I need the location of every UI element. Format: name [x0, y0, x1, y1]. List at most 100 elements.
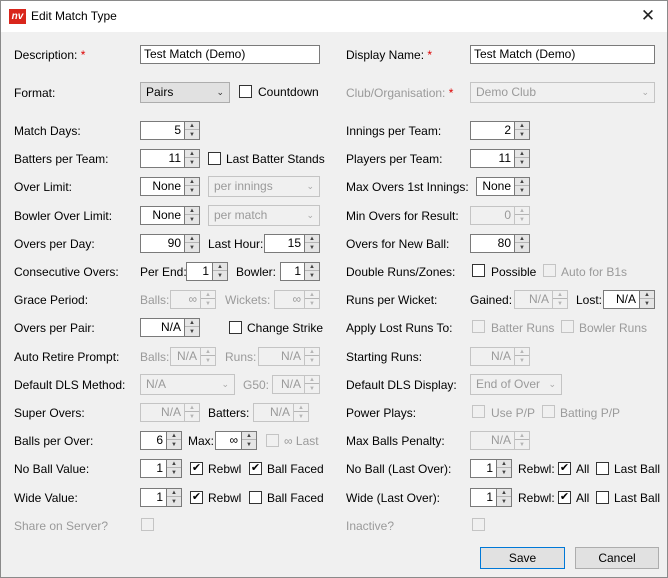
overs-new-ball-value[interactable]: 80 — [470, 234, 514, 253]
arrow-down-icon[interactable]: ▼ — [185, 244, 199, 252]
arrow-down-icon[interactable]: ▼ — [185, 159, 199, 167]
overs-per-pair-spinner[interactable]: N/A ▲ ▼ — [140, 318, 200, 337]
arrow-down-icon[interactable]: ▼ — [167, 441, 181, 449]
spinner-arrows[interactable]: ▲ ▼ — [514, 234, 530, 253]
no-ball-last-ball-checkbox[interactable] — [596, 462, 609, 475]
spinner-arrows[interactable]: ▲ ▼ — [496, 459, 512, 478]
description-input[interactable]: Test Match (Demo) — [140, 45, 320, 64]
arrow-down-icon[interactable]: ▼ — [515, 244, 529, 252]
arrow-up-icon[interactable]: ▲ — [185, 122, 199, 130]
spinner-arrows[interactable]: ▲ ▼ — [184, 149, 200, 168]
batters-per-team-spinner[interactable]: 11 ▲ ▼ — [140, 149, 200, 168]
overs-new-ball-spinner[interactable]: 80 ▲ ▼ — [470, 234, 530, 253]
lost-value[interactable]: N/A — [603, 290, 639, 309]
max-balls-value[interactable]: ∞ — [215, 431, 241, 450]
no-ball-value-spinner[interactable]: 1 ▲ ▼ — [140, 459, 182, 478]
spinner-arrows[interactable]: ▲ ▼ — [166, 488, 182, 507]
arrow-down-icon[interactable]: ▼ — [515, 187, 529, 195]
players-per-team-spinner[interactable]: 11 ▲ ▼ — [470, 149, 530, 168]
bowler-over-limit-value[interactable]: None — [140, 206, 184, 225]
arrow-down-icon[interactable]: ▼ — [497, 469, 511, 477]
arrow-down-icon[interactable]: ▼ — [305, 272, 319, 280]
arrow-down-icon[interactable]: ▼ — [213, 272, 227, 280]
max-overs-first-innings-spinner[interactable]: None ▲ ▼ — [476, 177, 530, 196]
arrow-down-icon[interactable]: ▼ — [167, 498, 181, 506]
no-ball-last-over-value[interactable]: 1 — [470, 459, 496, 478]
arrow-up-icon[interactable]: ▲ — [213, 263, 227, 271]
arrow-down-icon[interactable]: ▼ — [185, 328, 199, 336]
arrow-down-icon[interactable]: ▼ — [497, 498, 511, 506]
arrow-up-icon[interactable]: ▲ — [185, 235, 199, 243]
arrow-down-icon[interactable]: ▼ — [185, 131, 199, 139]
wide-last-ball-checkbox[interactable] — [596, 491, 609, 504]
spinner-arrows[interactable]: ▲ ▼ — [514, 121, 530, 140]
per-end-spinner[interactable]: 1 ▲ ▼ — [186, 262, 228, 281]
change-strike-checkbox[interactable] — [229, 321, 242, 334]
spinner-arrows[interactable]: ▲ ▼ — [184, 121, 200, 140]
no-ball-rebwl-checkbox[interactable]: ✔ — [190, 462, 203, 475]
spinner-arrows[interactable]: ▲ ▼ — [184, 206, 200, 225]
arrow-up-icon[interactable]: ▲ — [305, 235, 319, 243]
wide-last-over-spinner[interactable]: 1 ▲ ▼ — [470, 488, 512, 507]
arrow-up-icon[interactable]: ▲ — [515, 178, 529, 186]
spinner-arrows[interactable]: ▲ ▼ — [514, 149, 530, 168]
arrow-up-icon[interactable]: ▲ — [185, 150, 199, 158]
arrow-down-icon[interactable]: ▼ — [515, 159, 529, 167]
wide-value[interactable]: 1 — [140, 488, 166, 507]
arrow-up-icon[interactable]: ▲ — [185, 207, 199, 215]
players-per-team-value[interactable]: 11 — [470, 149, 514, 168]
arrow-up-icon[interactable]: ▲ — [242, 432, 256, 440]
last-hour-value[interactable]: 15 — [264, 234, 304, 253]
max-balls-spinner[interactable]: ∞ ▲ ▼ — [215, 431, 257, 450]
arrow-down-icon[interactable]: ▼ — [185, 187, 199, 195]
arrow-down-icon[interactable]: ▼ — [515, 131, 529, 139]
bowler-value[interactable]: 1 — [280, 262, 304, 281]
match-days-value[interactable]: 5 — [140, 121, 184, 140]
bowler-spinner[interactable]: 1 ▲ ▼ — [280, 262, 320, 281]
arrow-up-icon[interactable]: ▲ — [515, 122, 529, 130]
over-limit-value[interactable]: None — [140, 177, 184, 196]
match-days-spinner[interactable]: 5 ▲ ▼ — [140, 121, 200, 140]
wide-ball-faced-checkbox[interactable] — [249, 491, 262, 504]
arrow-up-icon[interactable]: ▲ — [497, 460, 511, 468]
arrow-up-icon[interactable]: ▲ — [515, 235, 529, 243]
no-ball-ball-faced-checkbox[interactable]: ✔ — [249, 462, 262, 475]
per-end-value[interactable]: 1 — [186, 262, 212, 281]
last-hour-spinner[interactable]: 15 ▲ ▼ — [264, 234, 320, 253]
innings-per-team-value[interactable]: 2 — [470, 121, 514, 140]
cancel-button[interactable]: Cancel — [575, 547, 659, 569]
spinner-arrows[interactable]: ▲ ▼ — [166, 459, 182, 478]
arrow-down-icon[interactable]: ▼ — [640, 300, 654, 308]
wide-value-spinner[interactable]: 1 ▲ ▼ — [140, 488, 182, 507]
arrow-up-icon[interactable]: ▲ — [640, 291, 654, 299]
spinner-arrows[interactable]: ▲ ▼ — [304, 262, 320, 281]
display-name-input[interactable]: Test Match (Demo) — [470, 45, 655, 64]
wide-rebwl-checkbox[interactable]: ✔ — [190, 491, 203, 504]
arrow-up-icon[interactable]: ▲ — [167, 489, 181, 497]
wide-last-over-value[interactable]: 1 — [470, 488, 496, 507]
bowler-over-limit-spinner[interactable]: None ▲ ▼ — [140, 206, 200, 225]
arrow-down-icon[interactable]: ▼ — [167, 469, 181, 477]
spinner-arrows[interactable]: ▲ ▼ — [184, 318, 200, 337]
arrow-up-icon[interactable]: ▲ — [305, 263, 319, 271]
spinner-arrows[interactable]: ▲ ▼ — [241, 431, 257, 450]
spinner-arrows[interactable]: ▲ ▼ — [184, 234, 200, 253]
innings-per-team-spinner[interactable]: 2 ▲ ▼ — [470, 121, 530, 140]
spinner-arrows[interactable]: ▲ ▼ — [639, 290, 655, 309]
batters-per-team-value[interactable]: 11 — [140, 149, 184, 168]
wide-last-all-checkbox[interactable]: ✔ — [558, 491, 571, 504]
arrow-up-icon[interactable]: ▲ — [515, 150, 529, 158]
arrow-down-icon[interactable]: ▼ — [242, 441, 256, 449]
balls-per-over-spinner[interactable]: 6 ▲ ▼ — [140, 431, 182, 450]
no-ball-last-over-spinner[interactable]: 1 ▲ ▼ — [470, 459, 512, 478]
arrow-down-icon[interactable]: ▼ — [185, 216, 199, 224]
overs-per-pair-value[interactable]: N/A — [140, 318, 184, 337]
no-ball-value[interactable]: 1 — [140, 459, 166, 478]
format-select[interactable]: Pairs ⌄ — [140, 82, 230, 103]
lost-spinner[interactable]: N/A ▲ ▼ — [603, 290, 655, 309]
spinner-arrows[interactable]: ▲ ▼ — [212, 262, 228, 281]
save-button[interactable]: Save — [480, 547, 565, 569]
over-limit-spinner[interactable]: None ▲ ▼ — [140, 177, 200, 196]
arrow-up-icon[interactable]: ▲ — [497, 489, 511, 497]
countdown-checkbox[interactable] — [239, 85, 252, 98]
